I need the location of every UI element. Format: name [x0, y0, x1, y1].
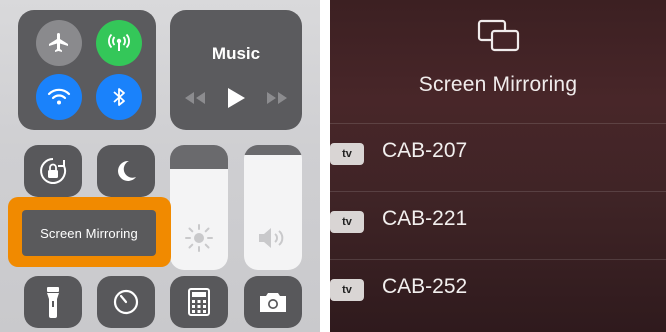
- device-row-cab-252[interactable]: tv CAB-252: [330, 259, 666, 327]
- play-icon[interactable]: [225, 86, 247, 110]
- do-not-disturb-button[interactable]: [97, 145, 155, 197]
- moon-icon: [118, 160, 136, 181]
- volume-icon: [259, 228, 284, 248]
- wifi-toggle[interactable]: [36, 74, 82, 120]
- rotation-lock-icon: [40, 158, 67, 184]
- flashlight-button[interactable]: [24, 276, 82, 328]
- rewind-icon[interactable]: [182, 90, 208, 106]
- apple-tv-icon: tv: [330, 279, 364, 301]
- fast-forward-icon[interactable]: [264, 90, 290, 106]
- music-tile[interactable]: Music: [170, 10, 302, 130]
- volume-slider[interactable]: [244, 145, 302, 270]
- divider: [330, 191, 666, 192]
- device-name: CAB-221: [382, 207, 468, 230]
- volume-unfilled: [244, 145, 302, 155]
- airplane-icon: [49, 33, 68, 52]
- wifi-icon: [47, 88, 71, 105]
- flashlight-icon: [47, 287, 59, 318]
- screen-mirroring-button[interactable]: Screen Mirroring: [22, 210, 156, 256]
- music-title: Music: [211, 44, 261, 63]
- apple-tv-badge: tv: [342, 148, 352, 160]
- device-name: CAB-207: [382, 139, 468, 162]
- control-center: Music Screen Mirroring: [0, 0, 320, 332]
- brightness-icon: [185, 224, 213, 252]
- device-name: CAB-252: [382, 275, 468, 298]
- camera-button[interactable]: [244, 276, 302, 328]
- bluetooth-toggle[interactable]: [96, 74, 142, 120]
- timer-button[interactable]: [97, 276, 155, 328]
- divider: [330, 259, 666, 260]
- screen-mirroring-icon: [477, 19, 520, 52]
- cellular-data-toggle[interactable]: [96, 20, 142, 66]
- apple-tv-icon: tv: [330, 143, 364, 165]
- rotation-lock-button[interactable]: [24, 145, 82, 197]
- calculator-button[interactable]: [170, 276, 228, 328]
- apple-tv-badge: tv: [342, 216, 352, 228]
- airplane-mode-toggle[interactable]: [36, 20, 82, 66]
- device-row-cab-221[interactable]: tv CAB-221: [330, 191, 666, 259]
- brightness-unfilled: [170, 145, 228, 169]
- apple-tv-badge: tv: [342, 284, 352, 296]
- cellular-icon: [108, 33, 130, 51]
- divider: [330, 123, 666, 124]
- screen-mirroring-title: Screen Mirroring: [418, 73, 578, 96]
- screen-mirroring-label: Screen Mirroring: [40, 225, 138, 241]
- brightness-slider[interactable]: [170, 145, 228, 270]
- timer-icon: [113, 289, 139, 315]
- screen-mirroring-panel: Screen Mirroring tv CAB-207 tv CAB-221 t…: [330, 0, 666, 332]
- device-row-cab-207[interactable]: tv CAB-207: [330, 123, 666, 191]
- calculator-icon: [188, 288, 210, 316]
- apple-tv-icon: tv: [330, 211, 364, 233]
- bluetooth-icon: [113, 88, 125, 106]
- camera-icon: [260, 293, 286, 312]
